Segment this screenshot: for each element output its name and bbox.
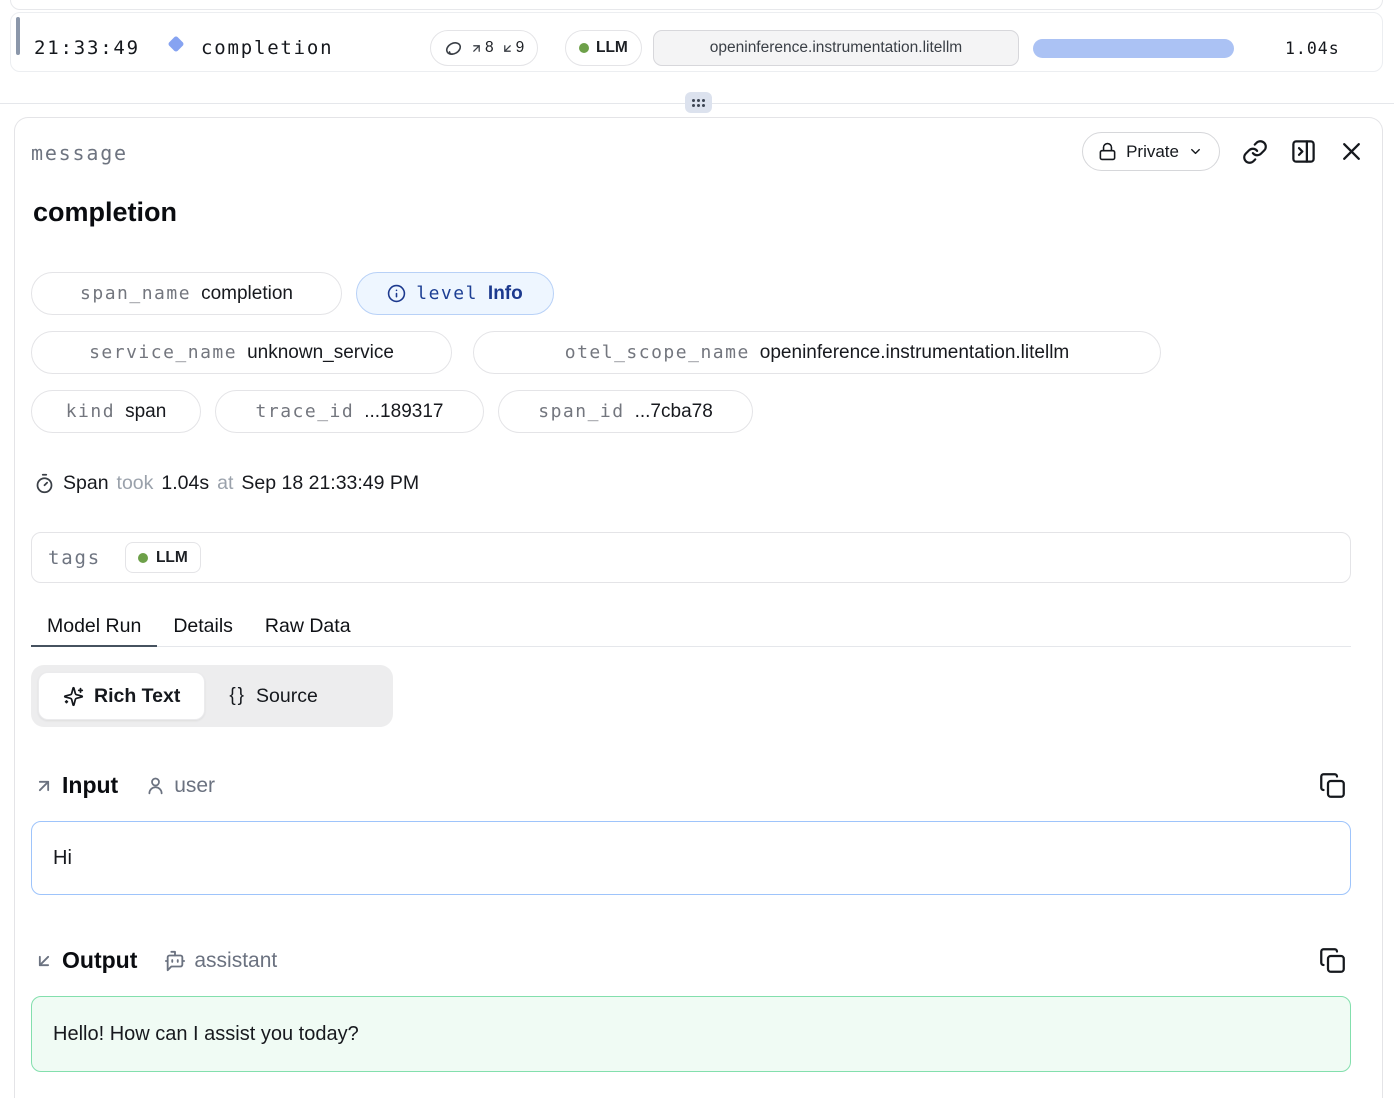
span-timing: Span took 1.04s at Sep 18 21:33:49 PM (34, 472, 419, 495)
observation-type-label: message (31, 141, 128, 165)
input-content: Hi (31, 821, 1351, 895)
tags-label: tags (48, 547, 101, 569)
copy-input-button[interactable] (1319, 772, 1346, 799)
span-diamond-icon (164, 32, 188, 56)
attr-level-chip: levelInfo (356, 272, 554, 315)
duration-bar (1033, 39, 1234, 58)
attr-otel-scope-chip: otel_scope_nameopeninference.instrumenta… (473, 331, 1161, 374)
lock-icon (1098, 142, 1117, 161)
chevron-down-icon (1188, 144, 1203, 159)
row-timestamp: 21:33:49 (34, 37, 140, 59)
copy-output-button[interactable] (1319, 947, 1346, 974)
attr-trace-id-chip: trace_id...189317 (215, 390, 484, 433)
input-role: user (145, 774, 215, 798)
output-content: Hello! How can I assist you today? (31, 996, 1351, 1072)
token-count-badge: 8 9 (430, 30, 538, 66)
grip-dots-icon (692, 99, 705, 107)
otel-scope-badge: openinference.instrumentation.litellm (653, 30, 1019, 66)
timer-icon (34, 473, 55, 494)
view-mode-toggle: Rich Text {} Source (31, 665, 393, 727)
detail-tabs: Model Run Details Raw Data (31, 608, 1351, 647)
braces-icon: {} (229, 685, 246, 707)
tokens-icon (444, 39, 463, 58)
tab-raw-data[interactable]: Raw Data (249, 608, 367, 647)
resize-handle[interactable] (685, 92, 712, 113)
visibility-dropdown[interactable]: Private (1082, 132, 1220, 171)
copy-icon (1319, 772, 1346, 799)
output-label: Output (62, 947, 137, 974)
arrow-up-right-icon (470, 42, 483, 55)
arrow-up-right-icon (34, 776, 54, 796)
arrow-down-left-icon (501, 42, 514, 55)
source-option[interactable]: {} Source (205, 672, 342, 720)
tab-model-run[interactable]: Model Run (31, 608, 157, 647)
attr-service-name-chip: service_nameunknown_service (31, 331, 452, 374)
span-title: completion (33, 197, 177, 228)
close-icon (1339, 139, 1364, 164)
copy-link-button[interactable] (1242, 139, 1268, 165)
bot-message-icon (164, 950, 186, 972)
green-dot-icon (138, 553, 148, 563)
visibility-label: Private (1126, 142, 1179, 162)
tags-container: tags LLM (31, 532, 1351, 583)
output-header: Output assistant (34, 947, 277, 974)
copy-icon (1319, 947, 1346, 974)
user-icon (145, 775, 166, 796)
attr-span-name-chip: span_namecompletion (31, 272, 342, 315)
row-selection-indicator (16, 17, 20, 55)
output-tokens: 9 (501, 39, 525, 57)
tag-chip-llm: LLM (125, 542, 201, 573)
previous-trace-row (10, 0, 1383, 10)
close-panel-button[interactable] (1339, 139, 1364, 164)
input-label: Input (62, 772, 118, 799)
info-icon (387, 284, 406, 303)
attr-span-id-chip: span_id...7cba78 (498, 390, 753, 433)
span-detail-page: 21:33:49 completion 8 9 LLM (0, 0, 1394, 1098)
input-tokens: 8 (470, 39, 494, 57)
input-header: Input user (34, 772, 215, 799)
row-span-name: completion (201, 37, 333, 59)
tab-details[interactable]: Details (157, 608, 249, 647)
panel-right-icon (1290, 138, 1317, 165)
link-icon (1242, 139, 1268, 165)
row-duration: 1.04s (1285, 39, 1340, 58)
rich-text-option[interactable]: Rich Text (38, 672, 205, 720)
llm-tag-badge: LLM (565, 30, 642, 66)
trace-row[interactable]: 21:33:49 completion 8 9 LLM (10, 12, 1383, 72)
attr-kind-chip: kindspan (31, 390, 201, 433)
collapse-panel-button[interactable] (1290, 138, 1317, 165)
arrow-down-left-icon (34, 951, 54, 971)
panel-controls: Private (1082, 132, 1364, 171)
green-dot-icon (579, 43, 589, 53)
output-role: assistant (164, 949, 277, 973)
sparkles-icon (63, 686, 84, 707)
span-detail-panel: message Private completion (14, 117, 1383, 1098)
